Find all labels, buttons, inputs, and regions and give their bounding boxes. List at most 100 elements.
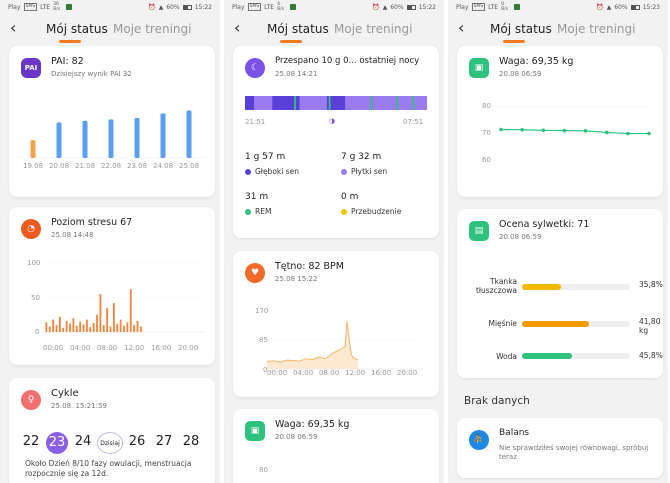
rem-segment xyxy=(396,96,398,110)
legend-dot xyxy=(341,208,347,215)
weight-point xyxy=(626,131,630,136)
cycle-card[interactable]: ♀ Cykle 25.08. 15:21:59 22 23 24 Dzisiaj… xyxy=(9,378,215,483)
cycle-day-selected[interactable]: 23 xyxy=(46,432,68,454)
stress-bar xyxy=(52,319,55,332)
moon-small-icon: ◑ xyxy=(329,117,336,125)
stress-chart xyxy=(43,262,205,333)
pai-x-label: 20.08 xyxy=(49,162,70,170)
stress-x-label: 16:00 xyxy=(151,344,172,352)
fat-bar-track xyxy=(522,284,630,290)
weight-card-peek[interactable]: ▣ Waga: 69,35 kg 20.08 06:59 80 xyxy=(233,409,439,483)
tab-my-trainings[interactable]: Moje treningi xyxy=(113,22,191,36)
legend-label: Płytki sen xyxy=(351,167,388,176)
pai-bar xyxy=(108,119,114,158)
cycle-day-today[interactable]: Dzisiaj xyxy=(97,432,123,454)
back-arrow-icon[interactable]: ‹ xyxy=(10,19,16,37)
light-sleep-legend: Płytki sen xyxy=(341,167,387,176)
cycle-note: Około Dzień 8/10 fazy owulacji, menstrua… xyxy=(25,459,192,478)
pai-bar xyxy=(134,117,140,158)
person-icon: ⛹ xyxy=(469,430,489,450)
balance-card[interactable]: ⛹ Balans Nie sprawdziłeś swojej równowag… xyxy=(457,418,663,478)
stress-bar xyxy=(126,322,129,332)
weight-title: Waga: 69,35 kg xyxy=(275,419,350,430)
signal-icon: ▲ xyxy=(158,3,164,11)
back-arrow-icon[interactable]: ‹ xyxy=(234,19,240,37)
status-bar: Play SMS LTE 4 B/s ⏰ ▲ 60% 15:22 xyxy=(224,0,444,14)
pai-x-label: 21.08 xyxy=(75,162,96,170)
stress-bar xyxy=(72,318,75,332)
rem-segment xyxy=(370,96,373,110)
header: ‹ Mój status Moje treningi xyxy=(224,14,444,44)
tab-my-status[interactable]: Mój status xyxy=(46,22,108,36)
sleep-end-time: 07:51 xyxy=(403,118,424,126)
stress-bar xyxy=(116,323,119,332)
sms-chip: SMS xyxy=(471,3,486,11)
pai-card[interactable]: PAI PAI: 82 Dzisiejszy wynik PAI 32 19.0… xyxy=(9,46,215,197)
cycle-day[interactable]: 27 xyxy=(153,434,175,449)
muscle-label: Mięśnie xyxy=(488,319,517,328)
stress-bar xyxy=(69,323,71,332)
stress-x-label: 20:00 xyxy=(178,344,199,352)
cycle-day[interactable]: 24 xyxy=(72,434,94,449)
rem-segment xyxy=(294,96,296,110)
stress-card[interactable]: ◔ Poziom stresu 67 25.08 14:48 100 50 0 … xyxy=(9,207,215,365)
network-type: LTE xyxy=(40,3,51,11)
carrier: Play xyxy=(8,3,21,11)
cycle-day[interactable]: 22 xyxy=(20,434,42,449)
cycle-icon: ♀ xyxy=(21,390,41,410)
signal-icon: ▲ xyxy=(606,3,612,11)
battery-icon xyxy=(182,4,192,10)
heart-rate-card[interactable]: ♥ Tętno: 82 BPM 25.08 15:22 170 85 0 00:… xyxy=(233,251,439,397)
tab-my-status[interactable]: Mój status xyxy=(490,22,552,36)
muscle-bar-track xyxy=(522,321,630,327)
weight-point xyxy=(562,128,567,133)
rem-value: 31 m xyxy=(245,192,269,202)
body-score-card[interactable]: ▤ Ocena sylwetki: 71 20.08 06:59 Tkanka … xyxy=(457,209,663,378)
pai-x-label: 25.08 xyxy=(179,162,200,170)
battery-percent: 60% xyxy=(390,3,404,11)
data-speed: 0 B/s xyxy=(501,2,509,12)
stress-bar xyxy=(123,325,125,332)
weight-card[interactable]: ▣ Waga: 69,35 kg 20.08 06:59 80 70 60 xyxy=(457,46,663,197)
stress-bar xyxy=(48,326,51,332)
tab-my-status[interactable]: Mój status xyxy=(267,22,329,36)
awake-legend: Przebudzenie xyxy=(341,207,401,216)
cycle-day[interactable]: 28 xyxy=(180,434,202,449)
sleep-card[interactable]: ☾ Przespano 10 g 0... ostatniej nocy 25.… xyxy=(233,46,439,238)
stress-bar xyxy=(119,319,122,332)
carrier: Play xyxy=(456,3,469,11)
stress-x-label: 00:00 xyxy=(43,344,64,352)
rem-segment xyxy=(412,96,415,110)
stress-x-label: 04:00 xyxy=(70,344,91,352)
tab-my-trainings[interactable]: Moje treningi xyxy=(334,22,412,36)
active-tab-indicator xyxy=(503,40,525,43)
weight-point xyxy=(541,128,546,133)
back-arrow-icon[interactable]: ‹ xyxy=(458,19,464,37)
deep-sleep-value: 1 g 57 m xyxy=(245,152,286,162)
legend-label: REM xyxy=(255,207,272,216)
stress-bar xyxy=(79,321,82,332)
water-label: Woda xyxy=(496,352,517,361)
alarm-icon: ⏰ xyxy=(148,3,156,11)
screen-2: Play SMS LTE 4 B/s ⏰ ▲ 60% 15:22 ‹ Mój s… xyxy=(224,0,444,483)
stress-bar xyxy=(89,327,92,332)
cycle-day[interactable]: 26 xyxy=(126,434,148,449)
clock: 15:23 xyxy=(642,3,660,11)
network-type: LTE xyxy=(488,3,499,11)
stress-bar xyxy=(82,324,85,332)
water-value: 45,8% xyxy=(639,351,663,360)
cycle-date: 25.08. 15:21:59 xyxy=(51,402,107,410)
pai-x-label: 22.08 xyxy=(101,162,122,170)
battery-icon xyxy=(630,4,640,10)
alarm-icon: ⏰ xyxy=(596,3,604,11)
fat-bar-fill xyxy=(522,284,561,290)
battery-percent: 60% xyxy=(166,3,180,11)
weight-date: 20.08 06:59 xyxy=(275,433,318,441)
carrier: Play xyxy=(232,3,245,11)
body-date: 20.08 06:59 xyxy=(499,233,542,241)
weight-point xyxy=(604,130,609,135)
pai-bar xyxy=(186,110,192,158)
tab-my-trainings[interactable]: Moje treningi xyxy=(557,22,635,36)
fat-label: Tkanka tłuszczowa xyxy=(475,277,517,295)
heart-x-label: 16:00 xyxy=(371,369,392,377)
